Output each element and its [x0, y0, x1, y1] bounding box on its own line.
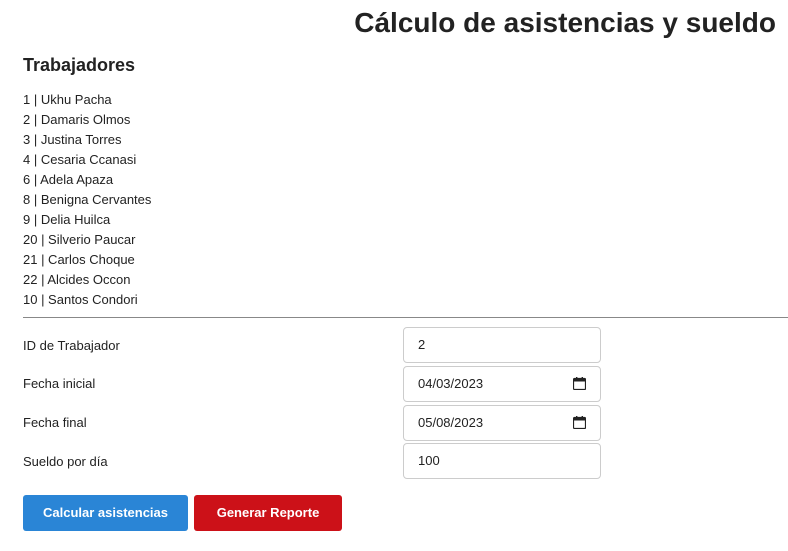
daily-wage-input[interactable]: 100 [403, 443, 601, 479]
list-item: 20 | Silverio Paucar [23, 232, 136, 247]
end-date-value: 05/08/2023 [418, 415, 484, 430]
worker-id-label: ID de Trabajador [23, 338, 120, 353]
workers-heading: Trabajadores [23, 55, 136, 75]
list-item: 9 | Delia Huilca [23, 212, 111, 227]
daily-wage-row: Sueldo por día 100 [23, 443, 603, 481]
end-date-row: Fecha final 05/08/2023 [23, 405, 603, 443]
workers-list: 1 | Ukhu Pacha 2 | Damaris Olmos 3 | Jus… [23, 90, 151, 310]
calculate-attendance-button[interactable]: Calcular asistencias [23, 495, 188, 531]
list-item: 6 | Adela Apaza [23, 172, 114, 187]
daily-wage-value: 100 [418, 453, 440, 468]
list-item: 4 | Cesaria Ccanasi [23, 152, 137, 167]
calendar-icon[interactable] [573, 416, 586, 429]
worker-id-input[interactable]: 2 [403, 327, 601, 363]
generate-report-button[interactable]: Generar Reporte [194, 495, 342, 531]
start-date-input[interactable]: 04/03/2023 [403, 366, 601, 402]
page-title: Cálculo de asistencias y sueldo [354, 7, 776, 38]
list-item: 21 | Carlos Choque [23, 252, 135, 267]
list-item: 10 | Santos Condori [23, 292, 138, 307]
end-date-input[interactable]: 05/08/2023 [403, 405, 601, 441]
divider [23, 317, 788, 318]
list-item: 1 | Ukhu Pacha [23, 92, 112, 107]
calendar-icon[interactable] [573, 377, 586, 390]
start-date-value: 04/03/2023 [418, 376, 484, 391]
list-item: 22 | Alcides Occon [23, 272, 131, 287]
start-date-row: Fecha inicial 04/03/2023 [23, 366, 603, 404]
page: Cálculo de asistencias y sueldo Trabajad… [0, 0, 788, 551]
worker-id-row: ID de Trabajador 2 [23, 327, 603, 365]
list-item: 2 | Damaris Olmos [23, 112, 131, 127]
list-item: 3 | Justina Torres [23, 132, 122, 147]
end-date-label: Fecha final [23, 415, 87, 430]
start-date-label: Fecha inicial [23, 376, 96, 391]
worker-id-value: 2 [418, 337, 426, 352]
list-item: 8 | Benigna Cervantes [23, 192, 152, 207]
daily-wage-label: Sueldo por día [23, 454, 108, 469]
